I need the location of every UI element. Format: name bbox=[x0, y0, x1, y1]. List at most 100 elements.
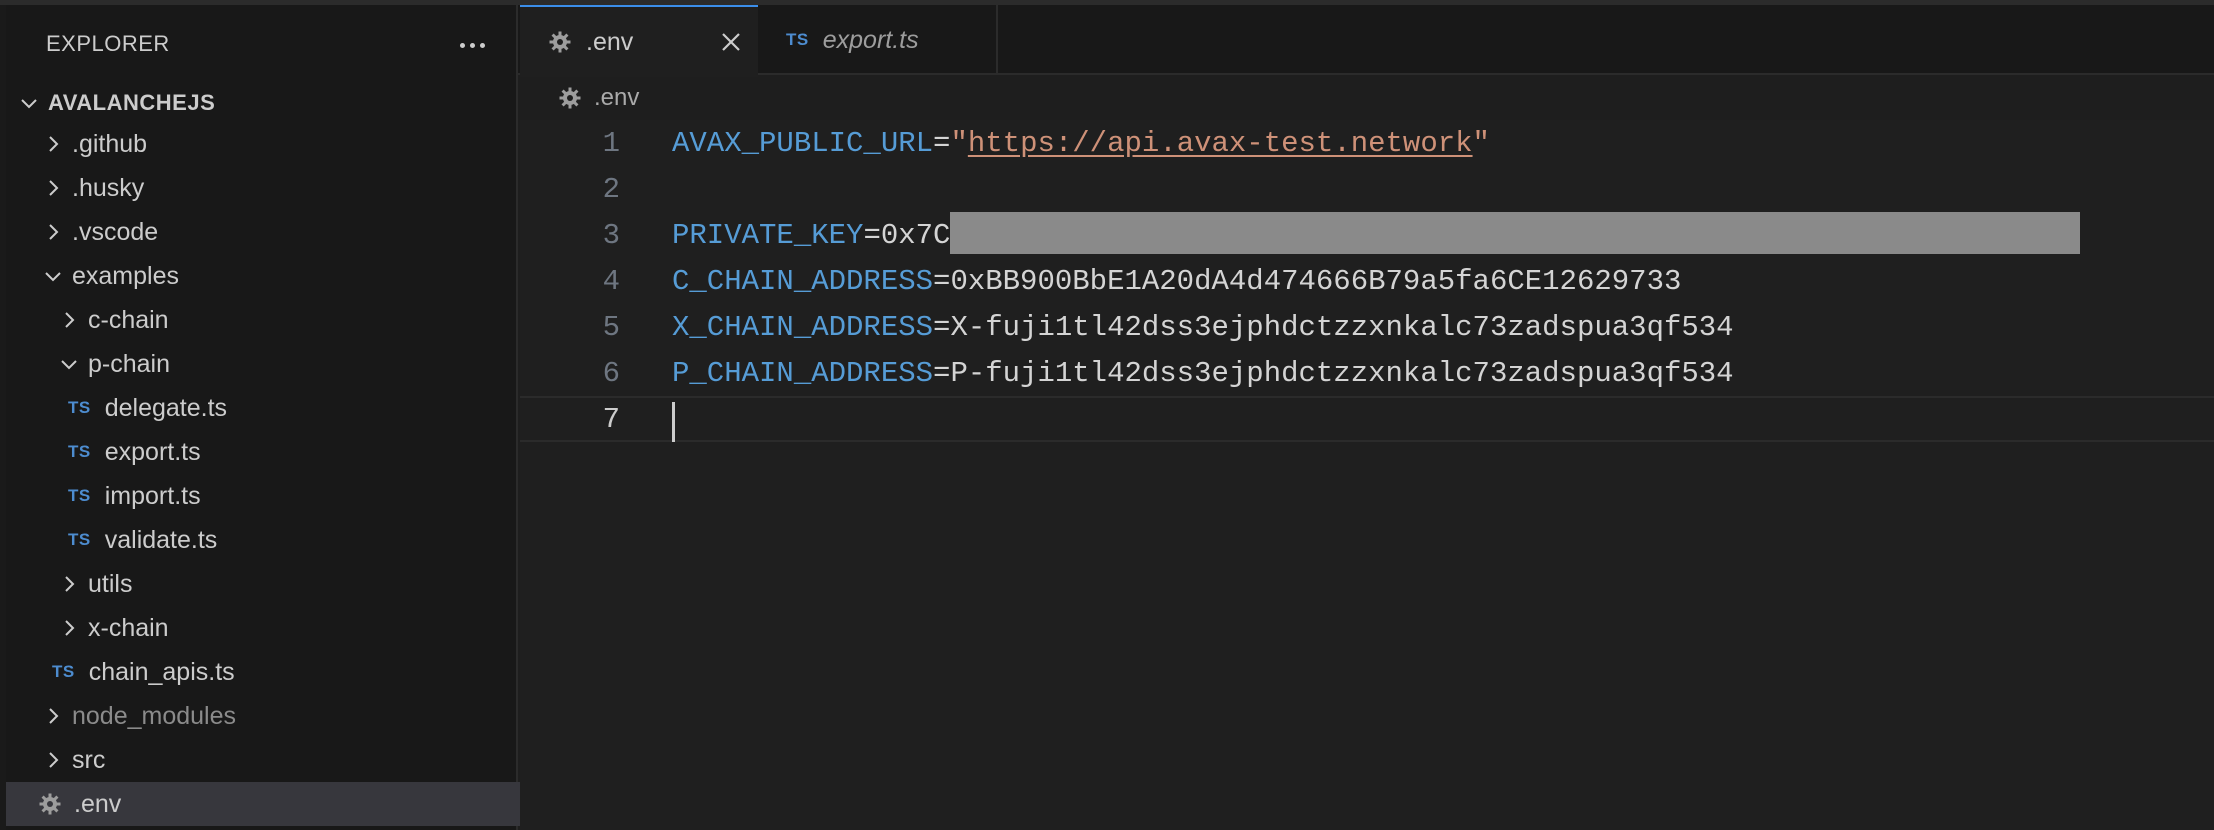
line-number: 2 bbox=[602, 172, 620, 206]
explorer-sidebar: EXPLORER AVALANCHEJS .github .husky .vsc… bbox=[6, 5, 548, 830]
tree-item-c-chain[interactable]: c-chain bbox=[6, 298, 568, 342]
tree-item-examples[interactable]: examples bbox=[6, 254, 552, 298]
gear-icon bbox=[38, 792, 62, 816]
tab-export-ts[interactable]: TS export.ts bbox=[758, 5, 998, 75]
tree-item-label: .vscode bbox=[72, 217, 159, 246]
quote: " bbox=[950, 126, 968, 160]
tree-item-label: import.ts bbox=[104, 481, 201, 510]
code-text: PRIVATE_KEY=0x7C bbox=[672, 219, 950, 252]
current-code-line: 7 bbox=[520, 396, 2214, 442]
tab-label: .env bbox=[586, 27, 634, 56]
chevron-right-icon bbox=[58, 617, 80, 639]
gear-icon bbox=[558, 86, 582, 110]
tree-item-import-ts[interactable]: TS import.ts bbox=[6, 474, 578, 518]
line-number: 5 bbox=[602, 310, 620, 344]
chevron-right-icon bbox=[42, 749, 64, 771]
env-key: PRIVATE_KEY bbox=[672, 218, 864, 252]
env-value: =P-fuji1tl42dss3ejphdctzzxnkalc73zadspua… bbox=[933, 356, 1734, 390]
env-key: AVAX_PUBLIC_URL bbox=[672, 126, 934, 160]
tab-env[interactable]: .env bbox=[520, 5, 758, 77]
line-number: 6 bbox=[602, 356, 620, 390]
tree-item-label: .env bbox=[74, 789, 122, 818]
tree-item-label: c-chain bbox=[88, 305, 169, 334]
tree-root-label: AVALANCHEJS bbox=[48, 90, 216, 115]
quote: " bbox=[1472, 126, 1490, 160]
tree-item-label: x-chain bbox=[88, 613, 169, 642]
editor-tab-bar: .env TS export.ts bbox=[518, 5, 2214, 77]
tree-item-label: utils bbox=[88, 569, 133, 598]
typescript-file-icon: TS bbox=[68, 486, 91, 505]
tree-root-avalanchejs[interactable]: AVALANCHEJS bbox=[6, 81, 528, 125]
explorer-header: EXPLORER bbox=[6, 5, 516, 79]
tree-item-export-ts[interactable]: TS export.ts bbox=[6, 430, 578, 474]
text-cursor bbox=[672, 402, 675, 442]
tree-item-delegate-ts[interactable]: TS delegate.ts bbox=[6, 386, 578, 430]
env-key: X_CHAIN_ADDRESS bbox=[672, 310, 934, 344]
env-value: =0xBB900BbE1A20dA4d474666B79a5fa6CE12629… bbox=[933, 264, 1682, 298]
tree-item-node-modules[interactable]: node_modules bbox=[6, 694, 552, 738]
tree-item-utils[interactable]: utils bbox=[6, 562, 568, 606]
env-value: =X-fuji1tl42dss3ejphdctzzxnkalc73zadspua… bbox=[933, 310, 1734, 344]
env-value: =0x7C bbox=[863, 218, 951, 252]
tree-item-validate-ts[interactable]: TS validate.ts bbox=[6, 518, 578, 562]
code-text: AVAX_PUBLIC_URL="https://api.avax-test.n… bbox=[672, 127, 1490, 160]
typescript-file-icon: TS bbox=[52, 662, 75, 681]
code-text: C_CHAIN_ADDRESS=0xBB900BbE1A20dA4d474666… bbox=[672, 265, 1681, 298]
breadcrumb-file: .env bbox=[594, 84, 640, 111]
tree-item-github[interactable]: .github bbox=[6, 122, 552, 166]
code-line: 2 bbox=[520, 166, 2214, 212]
line-number: 3 bbox=[602, 218, 620, 252]
explorer-title: EXPLORER bbox=[46, 31, 170, 56]
tree-item-x-chain[interactable]: x-chain bbox=[6, 606, 568, 650]
tree-item-label: p-chain bbox=[88, 349, 170, 378]
tree-item-label: validate.ts bbox=[104, 525, 218, 554]
url-link[interactable]: https://api.avax-test.network bbox=[968, 127, 1473, 160]
tree-item-src[interactable]: src bbox=[6, 738, 552, 782]
code-line: 4 C_CHAIN_ADDRESS=0xBB900BbE1A20dA4d4746… bbox=[520, 258, 2214, 304]
tree-item-label: node_modules bbox=[72, 701, 237, 730]
code-line: 1 AVAX_PUBLIC_URL="https://api.avax-test… bbox=[520, 120, 2214, 166]
tree-item-label: examples bbox=[72, 261, 179, 290]
code-editor[interactable]: 1 AVAX_PUBLIC_URL="https://api.avax-test… bbox=[520, 120, 2214, 830]
chevron-down-icon bbox=[58, 353, 80, 375]
tree-item-chain-apis-ts[interactable]: TS chain_apis.ts bbox=[6, 650, 562, 694]
tree-item-label: export.ts bbox=[104, 437, 201, 466]
chevron-right-icon bbox=[58, 573, 80, 595]
chevron-down-icon bbox=[18, 92, 40, 114]
tree-item-label: .github bbox=[72, 129, 148, 158]
tree-item-label: src bbox=[72, 745, 106, 774]
typescript-file-icon: TS bbox=[68, 442, 91, 461]
tree-item-vscode[interactable]: .vscode bbox=[6, 210, 552, 254]
vscode-window: EXPLORER AVALANCHEJS .github .husky .vsc… bbox=[0, 0, 2214, 830]
line-number: 4 bbox=[602, 264, 620, 298]
tree-item-label: chain_apis.ts bbox=[88, 657, 235, 686]
tree-item-p-chain[interactable]: p-chain bbox=[6, 342, 568, 386]
equals-sign: = bbox=[933, 126, 951, 160]
tree-item-husky[interactable]: .husky bbox=[6, 166, 552, 210]
breadcrumb[interactable]: .env bbox=[558, 80, 639, 116]
chevron-right-icon bbox=[58, 309, 80, 331]
tab-label: export.ts bbox=[822, 25, 919, 54]
tree-item-env[interactable]: .env bbox=[6, 782, 548, 826]
close-icon[interactable] bbox=[718, 29, 744, 55]
chevron-right-icon bbox=[42, 133, 64, 155]
redaction-box bbox=[950, 212, 2080, 254]
typescript-file-icon: TS bbox=[68, 530, 91, 549]
tree-item-label: delegate.ts bbox=[104, 393, 228, 422]
chevron-right-icon bbox=[42, 221, 64, 243]
code-text: P_CHAIN_ADDRESS=P-fuji1tl42dss3ejphdctzz… bbox=[672, 357, 1734, 390]
code-text: X_CHAIN_ADDRESS=X-fuji1tl42dss3ejphdctzz… bbox=[672, 311, 1734, 344]
typescript-file-icon: TS bbox=[786, 30, 809, 49]
gear-icon bbox=[548, 30, 572, 54]
chevron-down-icon bbox=[42, 265, 64, 287]
more-actions-icon[interactable] bbox=[452, 27, 492, 63]
env-key: P_CHAIN_ADDRESS bbox=[672, 356, 934, 390]
code-line: 5 X_CHAIN_ADDRESS=X-fuji1tl42dss3ejphdct… bbox=[520, 304, 2214, 350]
chevron-right-icon bbox=[42, 705, 64, 727]
tree-item-label: .husky bbox=[72, 173, 145, 202]
chevron-right-icon bbox=[42, 177, 64, 199]
code-line: 6 P_CHAIN_ADDRESS=P-fuji1tl42dss3ejphdct… bbox=[520, 350, 2214, 396]
env-key: C_CHAIN_ADDRESS bbox=[672, 264, 934, 298]
typescript-file-icon: TS bbox=[68, 398, 91, 417]
line-number: 7 bbox=[602, 402, 620, 436]
